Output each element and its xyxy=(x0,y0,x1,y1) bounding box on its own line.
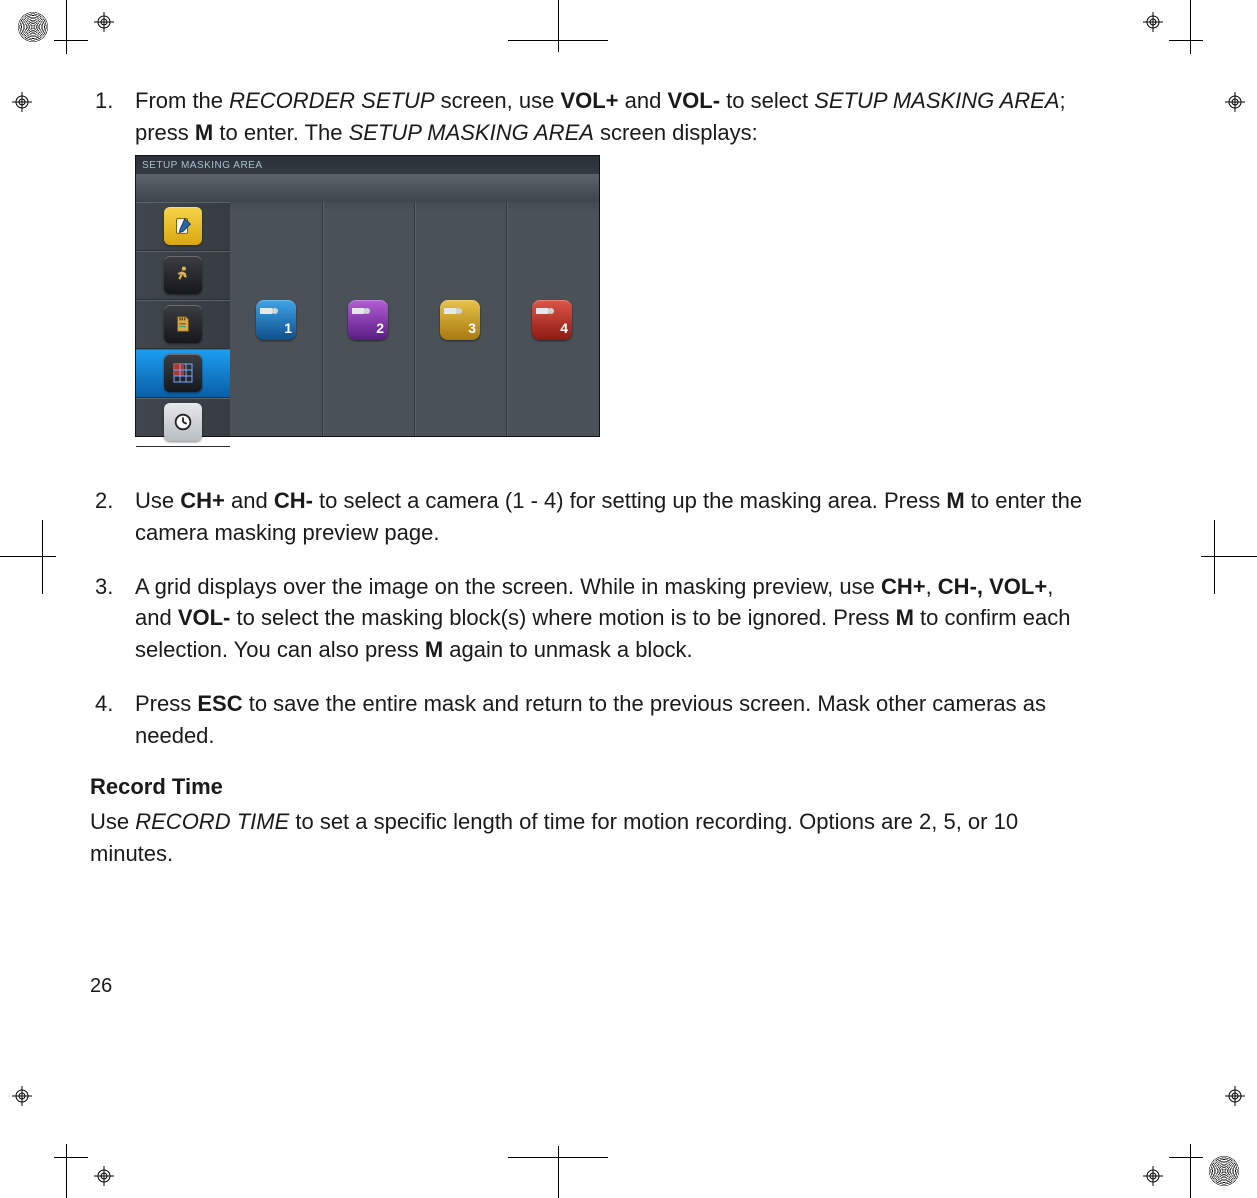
registration-mark-icon xyxy=(1225,1086,1245,1106)
registration-mark-icon xyxy=(94,12,114,32)
screen-name: RECORDER SETUP xyxy=(229,88,434,113)
key-label: VOL- xyxy=(667,88,720,113)
registration-mark-icon xyxy=(12,92,32,112)
text: to save the entire mask and return to th… xyxy=(135,691,1046,748)
section-heading-record-time: Record Time xyxy=(90,774,1090,800)
screen-name: RECORD TIME xyxy=(135,809,289,834)
key-label: CH+ xyxy=(881,574,926,599)
screenshot-headerbar xyxy=(136,174,599,202)
registration-mark-icon xyxy=(94,1166,114,1186)
key-label: M xyxy=(195,120,213,145)
trim-line-left-mid-h xyxy=(0,556,56,557)
camera-1-icon: 1 xyxy=(256,300,296,340)
sidebar-item-masking-selected xyxy=(136,349,230,398)
sidebar-item-motion xyxy=(136,251,230,300)
registration-mark-icon xyxy=(1225,92,1245,112)
registration-mark-icon xyxy=(12,1086,32,1106)
text: Use xyxy=(135,488,180,513)
text: From the xyxy=(135,88,229,113)
step-2: Use CH+ and CH- to select a camera (1 - … xyxy=(135,485,1090,549)
walking-person-icon xyxy=(164,256,202,294)
text: to select a camera (1 - 4) for setting u… xyxy=(313,488,946,513)
page-number: 26 xyxy=(90,975,112,998)
camera-row: 1 2 3 4 xyxy=(230,297,599,344)
text: A grid displays over the image on the sc… xyxy=(135,574,881,599)
screen-name: SETUP MASKING AREA xyxy=(814,88,1059,113)
text: screen displays: xyxy=(594,120,758,145)
trim-line-top-center-v xyxy=(558,0,559,52)
key-label: M xyxy=(946,488,964,513)
camera-number: 3 xyxy=(468,318,476,338)
key-label: CH-, VOL+ xyxy=(938,574,1047,599)
section-body-record-time: Use RECORD TIME to set a specific length… xyxy=(90,806,1090,870)
document-pencil-icon xyxy=(164,207,202,245)
screen-name: SETUP MASKING AREA xyxy=(349,120,594,145)
text: again to unmask a block. xyxy=(443,637,692,662)
screenshot-title: SETUP MASKING AREA xyxy=(142,159,263,174)
camera-number: 1 xyxy=(284,318,292,338)
camera-number: 4 xyxy=(560,318,568,338)
instruction-list: From the RECORDER SETUP screen, use VOL+… xyxy=(90,85,1090,752)
camera-3-icon: 3 xyxy=(440,300,480,340)
print-pattern-bottom-right xyxy=(1209,1156,1239,1186)
text: to select the masking block(s) where mot… xyxy=(230,605,895,630)
screenshot-sidebar xyxy=(136,202,230,436)
step-1: From the RECORDER SETUP screen, use VOL+… xyxy=(135,85,1090,437)
text: screen, use xyxy=(435,88,561,113)
key-label: M xyxy=(425,637,443,662)
camera-4-icon: 4 xyxy=(532,300,572,340)
registration-mark-icon xyxy=(1143,1166,1163,1186)
key-label: CH+ xyxy=(180,488,225,513)
screenshot-main-area: 1 2 3 4 xyxy=(230,202,599,436)
sidebar-item-storage xyxy=(136,300,230,349)
trim-line-bottom-center-h xyxy=(508,1157,608,1158)
trim-line-right-mid-v xyxy=(1214,520,1215,594)
key-label: M xyxy=(896,605,914,630)
text: and xyxy=(225,488,274,513)
text: to enter. The xyxy=(213,120,348,145)
step-3: A grid displays over the image on the sc… xyxy=(135,571,1090,667)
sidebar-item-setup xyxy=(136,202,230,251)
text: Use xyxy=(90,809,135,834)
key-label: VOL+ xyxy=(560,88,618,113)
camera-2-icon: 2 xyxy=(348,300,388,340)
text: Press xyxy=(135,691,197,716)
registration-mark-icon xyxy=(1143,12,1163,32)
key-label: CH- xyxy=(274,488,313,513)
embedded-ui-screenshot: SETUP MASKING AREA xyxy=(135,155,600,437)
masking-grid-icon xyxy=(164,354,202,392)
sd-card-icon xyxy=(164,305,202,343)
key-label: ESC xyxy=(197,691,242,716)
text: to select xyxy=(720,88,814,113)
camera-number: 2 xyxy=(376,318,384,338)
sidebar-item-schedule xyxy=(136,398,230,447)
clock-icon xyxy=(164,403,202,441)
step-4: Press ESC to save the entire mask and re… xyxy=(135,688,1090,752)
text: , xyxy=(926,574,938,599)
text: and xyxy=(619,88,668,113)
trim-line-right-mid-h xyxy=(1201,556,1257,557)
trim-line-top-center-h xyxy=(508,40,608,41)
trim-line-bottom-center-v xyxy=(558,1146,559,1198)
trim-line-left-mid-v xyxy=(42,520,43,594)
page-content: From the RECORDER SETUP screen, use VOL+… xyxy=(90,85,1090,1005)
print-pattern-top-left xyxy=(18,12,48,42)
key-label: VOL- xyxy=(178,605,231,630)
